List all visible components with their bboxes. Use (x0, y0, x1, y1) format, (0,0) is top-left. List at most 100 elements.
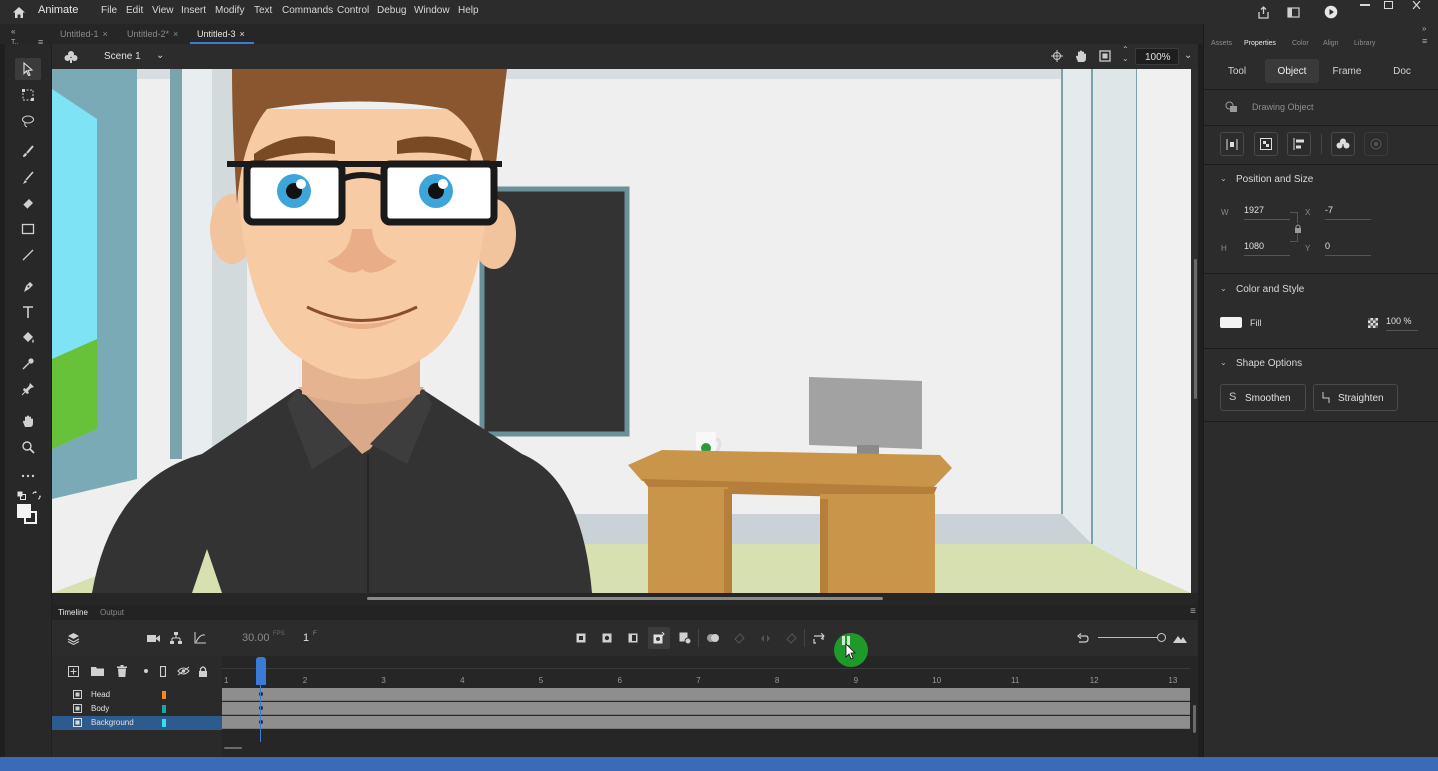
menu-debug[interactable]: Debug (377, 5, 406, 16)
frame-row-head[interactable] (222, 688, 1190, 701)
graph-editor-icon[interactable] (193, 631, 207, 645)
align-icon[interactable] (1220, 132, 1244, 156)
insert-frame-icon[interactable] (626, 631, 640, 645)
tab-timeline[interactable]: Timeline (58, 608, 88, 617)
scene-dropdown-chevron-icon[interactable]: ⌄ (156, 50, 164, 61)
eyedropper-tool-icon[interactable] (15, 353, 41, 375)
pen-tool-icon[interactable] (15, 276, 41, 298)
width-field[interactable]: 1927 (1244, 205, 1290, 220)
new-folder-icon[interactable] (91, 665, 104, 677)
layer-color-swatch[interactable] (162, 691, 166, 699)
tab-library[interactable]: Library (1354, 40, 1375, 47)
paint-brush-tool-icon[interactable] (15, 141, 41, 163)
menu-view[interactable]: View (152, 5, 174, 16)
reset-zoom-icon[interactable] (1076, 631, 1090, 645)
workspace-icon[interactable] (1285, 4, 1301, 20)
chevron-down-icon[interactable]: ⌄ (1220, 358, 1227, 367)
outline-layers-icon[interactable] (159, 665, 167, 677)
toolbar-menu-icon[interactable]: ≡ (38, 37, 43, 47)
horizontal-scroll-thumb[interactable] (367, 597, 883, 600)
zoom-tool-icon[interactable] (15, 436, 41, 458)
menu-edit[interactable]: Edit (126, 5, 143, 16)
height-field[interactable]: 1080 (1244, 241, 1290, 256)
timeline-zoom-slider[interactable] (1098, 637, 1160, 638)
close-icon[interactable]: × (103, 29, 108, 39)
match-size-icon[interactable] (1254, 132, 1278, 156)
close-icon[interactable]: × (240, 29, 245, 39)
brush-tool-icon[interactable] (15, 167, 41, 189)
scene-name[interactable]: Scene 1 (104, 51, 141, 62)
timeline-menu-icon[interactable]: ≡ (1190, 606, 1196, 617)
frame-row-body[interactable] (222, 702, 1190, 715)
subtab-tool[interactable]: Tool (1214, 59, 1260, 83)
menu-modify[interactable]: Modify (215, 5, 244, 16)
tab-properties[interactable]: Properties (1244, 40, 1276, 47)
tab-output[interactable]: Output (100, 608, 124, 617)
lock-ratio-icon[interactable] (1293, 223, 1303, 233)
close-icon[interactable]: × (173, 29, 178, 39)
default-colors-icon[interactable] (16, 490, 26, 500)
eraser-tool-icon[interactable] (15, 192, 41, 214)
pin-tool-icon[interactable] (15, 378, 41, 400)
minimize-icon[interactable] (1354, 0, 1376, 10)
break-apart-icon[interactable] (1331, 132, 1355, 156)
chevron-down-icon[interactable]: ⌄ (1220, 284, 1227, 293)
frame-ruler[interactable] (222, 668, 1190, 688)
stage-vertical-scrollbar[interactable] (1191, 69, 1198, 593)
menu-help[interactable]: Help (458, 5, 479, 16)
play-pause-button[interactable] (834, 633, 868, 667)
layer-color-swatch[interactable] (162, 705, 166, 713)
section-title-position-size[interactable]: Position and Size (1236, 174, 1313, 185)
highlight-layers-dot-icon[interactable] (143, 668, 149, 674)
close-window-icon[interactable] (1402, 0, 1430, 10)
chevron-down-icon[interactable]: ⌄ (1220, 174, 1227, 183)
fill-opacity-field[interactable]: 100 % (1386, 316, 1418, 331)
current-frame[interactable]: 1 (303, 632, 309, 644)
collapse-toolbar-icon[interactable]: « (11, 27, 15, 36)
x-field[interactable]: -7 (1325, 205, 1371, 220)
menu-window[interactable]: Window (414, 5, 450, 16)
zoom-mountains-icon[interactable] (1172, 631, 1188, 645)
loop-playback-icon[interactable] (811, 631, 827, 645)
rectangle-tool-icon[interactable] (15, 218, 41, 240)
text-tool-icon[interactable] (15, 301, 41, 323)
more-tools-icon[interactable] (15, 465, 41, 487)
tab-assets[interactable]: Assets (1211, 40, 1232, 47)
swap-colors-icon[interactable] (31, 490, 41, 500)
layers-icon[interactable] (66, 631, 80, 645)
hand-tool-icon[interactable] (15, 410, 41, 432)
timeline-vertical-scroll-thumb[interactable] (1193, 705, 1196, 733)
subtab-frame[interactable]: Frame (1322, 59, 1372, 83)
layer-parenting-icon[interactable] (169, 631, 183, 645)
stage-horizontal-scrollbar[interactable] (52, 593, 1198, 605)
collapse-panel-icon[interactable]: » (1422, 24, 1426, 33)
frame-row-background[interactable] (222, 716, 1190, 729)
maximize-icon[interactable] (1378, 0, 1398, 10)
layer-row-head[interactable]: Head (52, 688, 222, 702)
doc-tab-untitled-3[interactable]: Untitled-3 × (197, 29, 245, 39)
subtab-doc[interactable]: Doc (1376, 59, 1428, 83)
distribute-icon[interactable] (1287, 132, 1311, 156)
auto-keyframe-icon[interactable] (648, 627, 670, 649)
menu-file[interactable]: File (101, 5, 117, 16)
stage-canvas[interactable] (52, 69, 1191, 593)
selection-tool-icon[interactable] (15, 58, 41, 80)
doc-tab-untitled-2[interactable]: Untitled-2* × (127, 29, 178, 39)
straighten-button[interactable]: Straighten (1313, 384, 1398, 411)
onion-skin-icon[interactable] (706, 631, 720, 645)
doc-tab-untitled-1[interactable]: Untitled-1 × (60, 29, 108, 39)
y-field[interactable]: 0 (1325, 241, 1371, 256)
paint-bucket-tool-icon[interactable] (15, 327, 41, 349)
hide-layers-icon[interactable] (176, 665, 190, 677)
playhead[interactable] (256, 657, 266, 685)
section-title-color-style[interactable]: Color and Style (1236, 284, 1304, 295)
center-stage-icon[interactable] (1050, 49, 1064, 63)
share-icon[interactable] (1255, 4, 1271, 20)
tab-align[interactable]: Align (1323, 40, 1339, 47)
timeline-zoom-thumb[interactable] (1157, 633, 1166, 642)
create-tween-icon[interactable] (678, 631, 692, 645)
panel-menu-icon[interactable]: ≡ (1422, 36, 1427, 46)
layer-color-swatch[interactable] (162, 719, 166, 727)
stroke-fill-color-swatch[interactable] (17, 504, 39, 526)
free-transform-tool-icon[interactable] (15, 84, 41, 106)
